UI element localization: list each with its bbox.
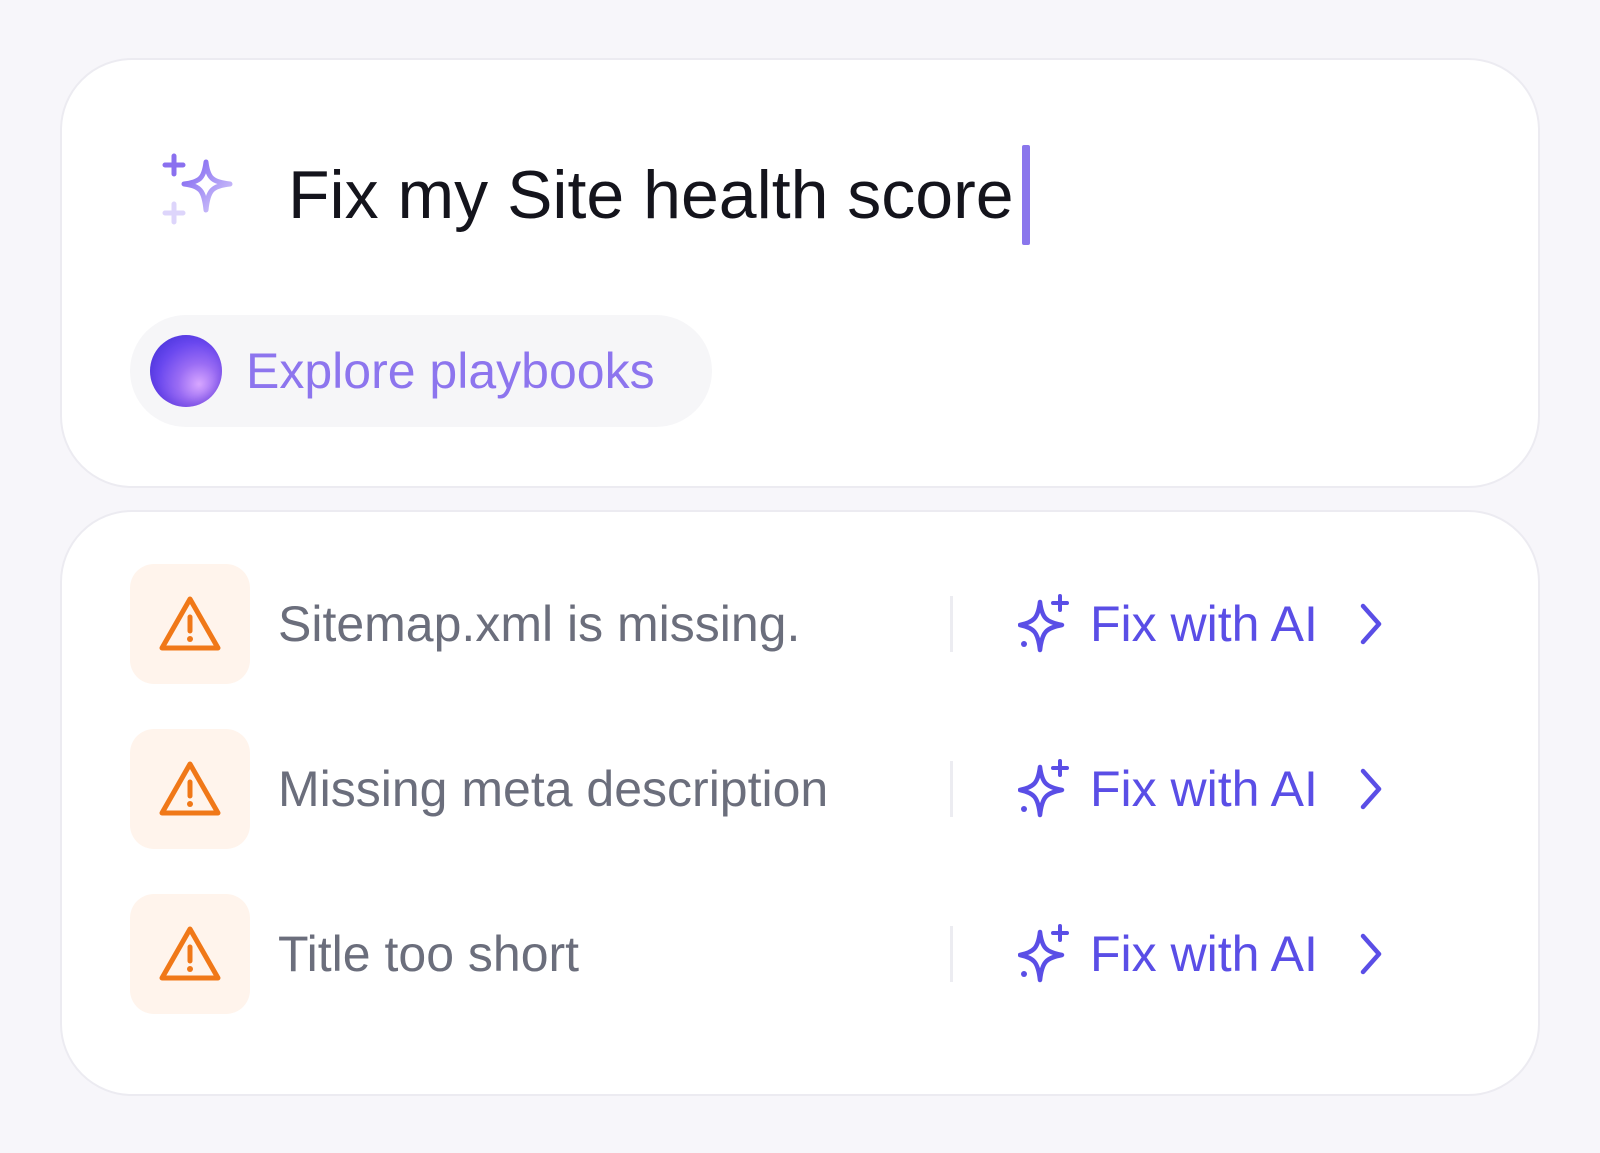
warning-tile (130, 564, 250, 684)
explore-playbooks-button[interactable]: Explore playbooks (130, 315, 712, 427)
ai-sparkle-icon (1018, 594, 1069, 653)
prompt-text: Fix my Site health score (288, 157, 1014, 233)
fix-with-ai-label: Fix with AI (1090, 761, 1318, 817)
issue-text: Title too short (278, 926, 580, 982)
divider (950, 761, 953, 817)
fix-with-ai-button[interactable]: Fix with AI (1018, 894, 1384, 1014)
issues-card: Sitemap.xml is missing. Fix with AI Miss… (60, 510, 1540, 1096)
warning-triangle-icon (159, 761, 221, 816)
prompt-card: Fix my Site health score Explore playboo… (60, 58, 1540, 488)
fix-with-ai-button[interactable]: Fix with AI (1018, 564, 1384, 684)
issue-text: Sitemap.xml is missing. (278, 596, 801, 652)
sparkles-icon (162, 153, 233, 225)
issue-text: Missing meta description (278, 761, 829, 817)
warning-tile (130, 729, 250, 849)
issue-row: Title too short Fix with AI (130, 894, 1430, 1014)
divider (950, 926, 953, 982)
warning-triangle-icon (159, 596, 221, 651)
warning-tile (130, 894, 250, 1014)
explore-playbooks-label: Explore playbooks (246, 343, 655, 399)
fix-with-ai-button[interactable]: Fix with AI (1018, 729, 1384, 849)
ai-sparkle-icon (1018, 759, 1069, 818)
ai-sparkle-icon (1018, 924, 1069, 983)
issue-row: Missing meta description Fix with AI (130, 729, 1430, 849)
warning-triangle-icon (159, 926, 221, 981)
chevron-right-icon (1358, 602, 1384, 646)
text-caret (1021, 145, 1030, 245)
chevron-right-icon (1358, 767, 1384, 811)
fix-with-ai-label: Fix with AI (1090, 926, 1318, 982)
divider (950, 596, 953, 652)
gradient-orb-icon (150, 335, 222, 407)
fix-with-ai-label: Fix with AI (1090, 596, 1318, 652)
issue-row: Sitemap.xml is missing. Fix with AI (130, 564, 1430, 684)
prompt-input[interactable]: Fix my Site health score (288, 145, 1030, 245)
chevron-right-icon (1358, 932, 1384, 976)
